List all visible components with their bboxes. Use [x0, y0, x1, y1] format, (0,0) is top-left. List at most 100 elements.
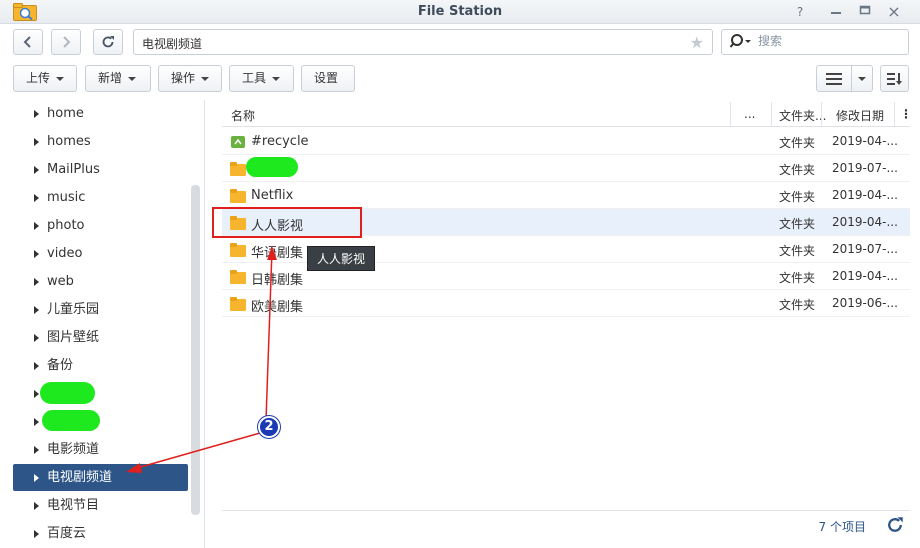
expand-arrow-icon[interactable] [34, 110, 39, 118]
file-row[interactable]: Netflix 文件夹 2019-04-... [222, 182, 910, 209]
path-text: 电视剧频道 [142, 37, 203, 51]
search-input[interactable] [758, 34, 898, 48]
sidebar-item[interactable]: 图片壁纸 [13, 324, 188, 351]
action-button[interactable]: 操作 [158, 65, 222, 92]
sidebar-item-label: 电影频道 [47, 442, 100, 457]
chevron-left-icon [23, 36, 31, 48]
file-row[interactable]: 人人影视 文件夹 2019-04-... [222, 209, 910, 236]
item-count: 7 个项目 [818, 520, 866, 534]
column-more[interactable]: ... [744, 107, 755, 121]
star-icon[interactable]: ★ [690, 33, 704, 52]
file-type: 文件夹 [779, 163, 816, 177]
sidebar-item-label: 百度云 [47, 526, 87, 541]
forward-button[interactable] [51, 29, 81, 55]
sidebar-item[interactable]: 备份 [13, 352, 188, 379]
restore-icon[interactable] [855, 2, 875, 22]
expand-arrow-icon[interactable] [34, 418, 39, 426]
expand-arrow-icon[interactable] [34, 138, 39, 146]
sidebar-item[interactable]: MailPlus [13, 156, 188, 183]
file-name: 华语剧集 [251, 246, 304, 261]
sidebar-item[interactable]: homes [13, 128, 188, 155]
tooltip: 人人影视 [307, 246, 376, 271]
path-bar[interactable]: 电视剧频道 ★ [133, 29, 713, 55]
expand-arrow-icon[interactable] [34, 334, 39, 342]
back-button[interactable] [13, 29, 43, 55]
file-name: 欧美剧集 [251, 300, 304, 315]
expand-arrow-icon[interactable] [34, 362, 39, 370]
expand-arrow-icon[interactable] [34, 502, 39, 510]
redaction-mark [42, 410, 100, 431]
file-type: 文件夹 [779, 271, 816, 285]
sidebar-item[interactable]: 电视剧频道 [13, 464, 188, 491]
sidebar-item-label: photo [47, 218, 85, 233]
expand-arrow-icon[interactable] [34, 250, 39, 258]
tools-button[interactable]: 工具 [229, 65, 294, 92]
file-date: 2019-04-... [832, 188, 898, 202]
column-name[interactable]: 名称 [231, 107, 255, 124]
sort-icon [887, 73, 902, 85]
sidebar-item[interactable]: 儿童乐园 [13, 296, 188, 323]
create-button[interactable]: 新增 [85, 65, 151, 92]
file-list-header: 名称 ... 文件夹... 修改日期 ⋮ [222, 102, 912, 127]
sort-button[interactable] [880, 65, 909, 92]
caret-down-icon [201, 76, 210, 81]
sidebar-item-label: homes [47, 134, 91, 149]
file-row[interactable]: #recycle 文件夹 2019-04-... [222, 128, 910, 155]
expand-arrow-icon[interactable] [34, 306, 39, 314]
column-modified[interactable]: 修改日期 [836, 107, 884, 124]
sidebar-item[interactable]: web [13, 268, 188, 295]
refresh-icon [102, 36, 114, 48]
file-date: 2019-07-... [832, 161, 898, 175]
list-view-button[interactable] [816, 65, 852, 92]
expand-arrow-icon[interactable] [34, 166, 39, 174]
upload-button[interactable]: 上传 [13, 65, 77, 92]
refresh-button[interactable] [93, 29, 123, 55]
minimize-icon[interactable] [826, 2, 846, 22]
expand-arrow-icon[interactable] [34, 194, 39, 202]
column-type[interactable]: 文件夹... [779, 107, 826, 124]
column-options-icon[interactable]: ⋮ [900, 107, 912, 121]
expand-arrow-icon[interactable] [34, 530, 39, 538]
settings-button[interactable]: 设置 [301, 65, 355, 92]
file-type: 文件夹 [779, 217, 816, 231]
sidebar-item[interactable]: 电视节目 [13, 492, 188, 519]
window-title: File Station [417, 4, 503, 19]
view-dropdown-button[interactable] [851, 65, 873, 92]
file-row[interactable]: 欧美剧集 文件夹 2019-06-... [222, 290, 910, 317]
caret-down-icon [858, 77, 866, 81]
search-icon[interactable] [730, 33, 754, 51]
sidebar-item-label: web [47, 274, 74, 289]
close-icon[interactable]: × [884, 2, 904, 22]
folder-icon [230, 297, 246, 311]
search-box[interactable] [721, 29, 909, 55]
caret-down-icon [272, 76, 281, 81]
sidebar-item[interactable]: music [13, 184, 188, 211]
expand-arrow-icon[interactable] [34, 446, 39, 454]
sidebar-item-label: 备份 [47, 358, 74, 373]
sidebar-item[interactable]: 电影频道 [13, 436, 188, 463]
expand-arrow-icon[interactable] [34, 474, 39, 482]
sidebar-item-label: 电视节目 [47, 498, 100, 513]
file-name: 日韩剧集 [251, 273, 304, 288]
redaction-mark [246, 157, 298, 177]
file-row[interactable]: 剧文件夹2019-07-... [222, 155, 910, 182]
sidebar-item-label: home [47, 106, 84, 121]
sidebar-item[interactable]: home [13, 100, 188, 127]
help-icon[interactable]: ? [790, 2, 810, 22]
sidebar-item[interactable]: 片 [13, 408, 188, 435]
redaction-mark [40, 382, 95, 404]
sidebar-item[interactable]: 百度云 [13, 520, 188, 547]
expand-arrow-icon[interactable] [34, 278, 39, 286]
step-badge: 2 [258, 416, 280, 438]
refresh-icon[interactable] [886, 516, 904, 534]
sidebar-item[interactable]: video [13, 240, 188, 267]
caret-down-icon [56, 76, 65, 81]
expand-arrow-icon[interactable] [34, 390, 39, 398]
sidebar-scrollbar[interactable] [191, 185, 200, 515]
expand-arrow-icon[interactable] [34, 222, 39, 230]
file-type: 文件夹 [779, 136, 816, 150]
folder-icon [230, 270, 246, 284]
recycle-folder-icon [231, 136, 245, 148]
sidebar-item[interactable]: photo [13, 212, 188, 239]
sidebar-item-label: 图片壁纸 [47, 330, 100, 345]
